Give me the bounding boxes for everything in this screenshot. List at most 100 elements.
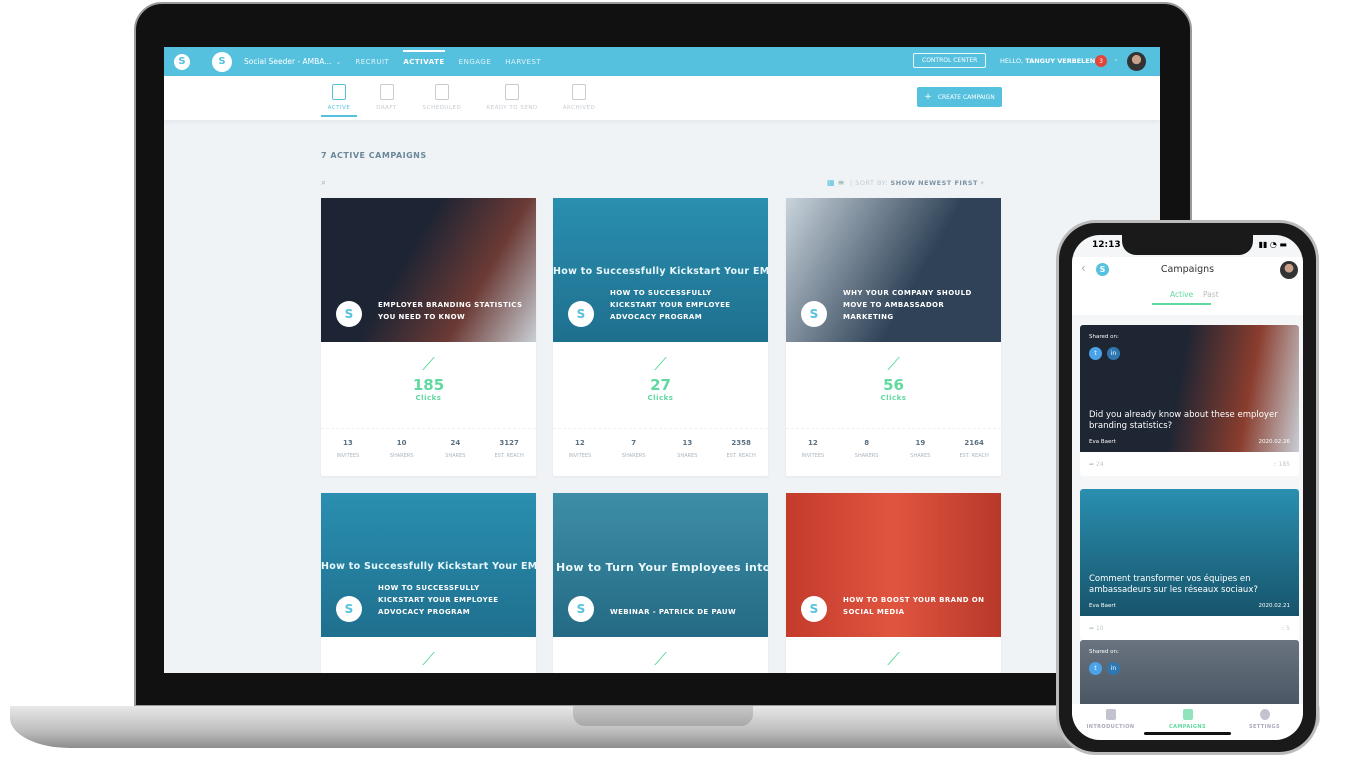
post-title: Comment transformer vos équipes en ambas… <box>1089 574 1258 595</box>
chart-icon: ⟋ <box>422 354 435 375</box>
draft-icon <box>379 84 394 100</box>
campaign-card[interactable]: How to Successfully Kickstart Your EMPLO… <box>553 198 768 476</box>
campaign-image: S EMPLOYER BRANDING STATISTICS YOU NEED … <box>321 198 536 342</box>
campaign-image: How to Successfully Kickstart Your EMPLO… <box>321 493 536 637</box>
stat: 2164 EST. REACH <box>947 439 1001 459</box>
tab-archived[interactable]: ARCHIVED <box>561 84 597 111</box>
sort-value[interactable]: SHOW NEWEST FIRST <box>891 179 978 187</box>
clicks-label: Clicks <box>880 394 907 402</box>
avatar[interactable] <box>1127 52 1146 71</box>
plus-icon: + <box>924 92 932 102</box>
campaign-image: How to Successfully Kickstart Your EMPLO… <box>553 198 768 342</box>
tab-introduction[interactable]: INTRODUCTION <box>1072 704 1149 740</box>
stat: 12 INVITEES <box>553 439 607 459</box>
grid-view-icon[interactable]: ▦ <box>827 178 835 187</box>
twitter-icon: t <box>1089 347 1102 360</box>
stat-value: 3127 <box>499 439 519 447</box>
logo-icon: S <box>336 596 362 622</box>
mobile-app: ‹ S Campaigns Active Past 12:13 ▮▮ ◔ ▬ S… <box>1072 235 1303 740</box>
chart-icon: ⟋ <box>654 649 667 670</box>
campaign-stats: 12 INVITEES 7 SHARERS 13 SHARES 2358 EST. REACH <box>553 428 768 459</box>
logo-icon: S <box>568 596 594 622</box>
tab-past[interactable]: Past <box>1203 290 1219 299</box>
list-view-icon[interactable]: ≡ <box>838 178 845 187</box>
logo-icon: S <box>801 596 827 622</box>
campaign-title: HOW TO SUCCESSFULLY KICKSTART YOUR EMPLO… <box>378 584 499 616</box>
clicks-summary: ⟋ <box>321 649 536 671</box>
clicks-label: Clicks <box>415 394 442 402</box>
create-label: CREATE CAMPAIGN <box>937 93 995 101</box>
web-app: S S Social Seeder - AMBA... ⌄ RECRUIT AC… <box>164 47 1160 673</box>
mobile-header: ‹ S Campaigns Active Past <box>1072 257 1303 315</box>
clicks-summary: ⟋ 56 Clicks <box>786 354 1001 402</box>
stat-value: 13 <box>343 439 353 447</box>
campaign-stats: 13 INVITEES 10 SHARERS 24 SHARES 3127 EST. REAC… <box>321 428 536 459</box>
laptop-notch <box>573 706 753 726</box>
sort-control[interactable]: ▦ ≡ | SORT BY: SHOW NEWEST FIRST ▾ <box>827 178 984 187</box>
phone-notch <box>1122 235 1253 255</box>
campaign-card[interactable]: How to Successfully Kickstart Your EMPLO… <box>321 493 536 673</box>
status-tabs: ACTIVE DRAFT SCHEDULED READY TO SEND ARC… <box>164 76 1160 120</box>
user-menu-chevron-icon[interactable]: ⌄ <box>1113 55 1119 63</box>
stat-value: 8 <box>864 439 870 447</box>
nav-engage[interactable]: ENGAGE <box>459 58 492 66</box>
campaign-banner-text: How to Turn Your Employees into Ambassad… <box>556 561 768 574</box>
clicks-summary: ⟋ 185 Clicks <box>321 354 536 402</box>
chart-icon: ⟋ <box>654 354 667 375</box>
campaign-card[interactable]: S WHY YOUR COMPANY SHOULD MOVE TO AMBASS… <box>786 198 1001 476</box>
stat-label: EST. REACH <box>494 453 524 459</box>
clicks-summary: ⟋ <box>553 649 768 671</box>
nav-harvest[interactable]: HARVEST <box>505 58 541 66</box>
user-name: TANGUY VERBELEN <box>1025 57 1096 65</box>
tab-active[interactable]: ACTIVE <box>321 84 357 117</box>
chart-icon: ⟋ <box>887 354 900 375</box>
tab-ready-to-send[interactable]: READY TO SEND <box>484 84 540 111</box>
stat-value: 10 <box>396 439 407 447</box>
stat: 13 SHARES <box>661 439 715 459</box>
stat: 13 INVITEES <box>321 439 375 459</box>
shared-on-label: Shared on: <box>1089 649 1119 655</box>
share-count: 24 <box>1095 460 1104 468</box>
stat: 19 SHARES <box>894 439 948 459</box>
create-campaign-button[interactable]: + CREATE CAMPAIGN <box>917 87 1002 107</box>
campaign-card[interactable]: How to Turn Your Employees into Ambassad… <box>553 493 768 673</box>
post-card[interactable]: Shared on: t in Did you already know about … <box>1080 325 1299 476</box>
campaign-card[interactable]: S HOW TO BOOST YOUR BRAND ON SOCIAL MEDI… <box>786 493 1001 673</box>
stat: 24 SHARES <box>429 439 483 459</box>
click-icon: ☝ <box>1272 460 1277 468</box>
shares: ➦ 24 <box>1089 461 1104 468</box>
tab-label: DRAFT <box>376 105 397 111</box>
campaign-title: HOW TO BOOST YOUR BRAND ON SOCIAL MEDIA <box>843 596 985 616</box>
post-date: 2020.02.21 <box>1258 603 1291 609</box>
avatar[interactable] <box>1280 261 1298 279</box>
clicks: ☝ 185 <box>1273 461 1290 468</box>
tab-label: SETTINGS <box>1249 724 1280 730</box>
campaign-stats: 12 INVITEES 8 SHARERS 19 SHARES 2164 EST. REACH <box>786 428 1001 459</box>
tab-settings[interactable]: SETTINGS <box>1226 704 1303 740</box>
nav-recruit[interactable]: RECRUIT <box>355 58 389 66</box>
clicks-count: 185 <box>412 376 445 394</box>
workspace-selector[interactable]: Social Seeder - AMBA... <box>244 57 331 66</box>
greeting: HELLO, TANGUY VERBELEN <box>1000 57 1095 65</box>
status-time: 12:13 <box>1092 240 1121 250</box>
search-icon[interactable]: ⌕ <box>321 178 326 188</box>
stat-value: 24 <box>450 439 461 447</box>
tab-draft[interactable]: DRAFT <box>374 84 399 111</box>
chevron-down-icon[interactable]: ⌄ <box>335 58 341 66</box>
stat: 3127 EST. REACH <box>482 439 536 459</box>
post-image: Shared on: t in Did you already know about … <box>1080 325 1299 452</box>
stat-label: SHARES <box>445 453 466 459</box>
twitter-icon: t <box>1089 662 1102 675</box>
nav-activate[interactable]: ACTIVATE <box>403 49 445 66</box>
stat-label: EST. REACH <box>959 453 989 459</box>
campaign-card[interactable]: S EMPLOYER BRANDING STATISTICS YOU NEED … <box>321 198 536 476</box>
notification-badge[interactable]: 3 <box>1095 55 1107 67</box>
tab-label: READY TO SEND <box>486 105 538 111</box>
tab-scheduled[interactable]: SCHEDULED <box>420 84 464 111</box>
post-card[interactable]: Comment transformer vos équipes en ambas… <box>1080 489 1299 640</box>
click-count: 5 <box>1286 624 1290 632</box>
chart-icon: ⟋ <box>422 649 435 670</box>
control-center-button[interactable]: CONTROL CENTER <box>913 53 987 68</box>
post-author: Eva Baert <box>1089 603 1116 609</box>
stat: 10 SHARERS <box>375 439 429 459</box>
